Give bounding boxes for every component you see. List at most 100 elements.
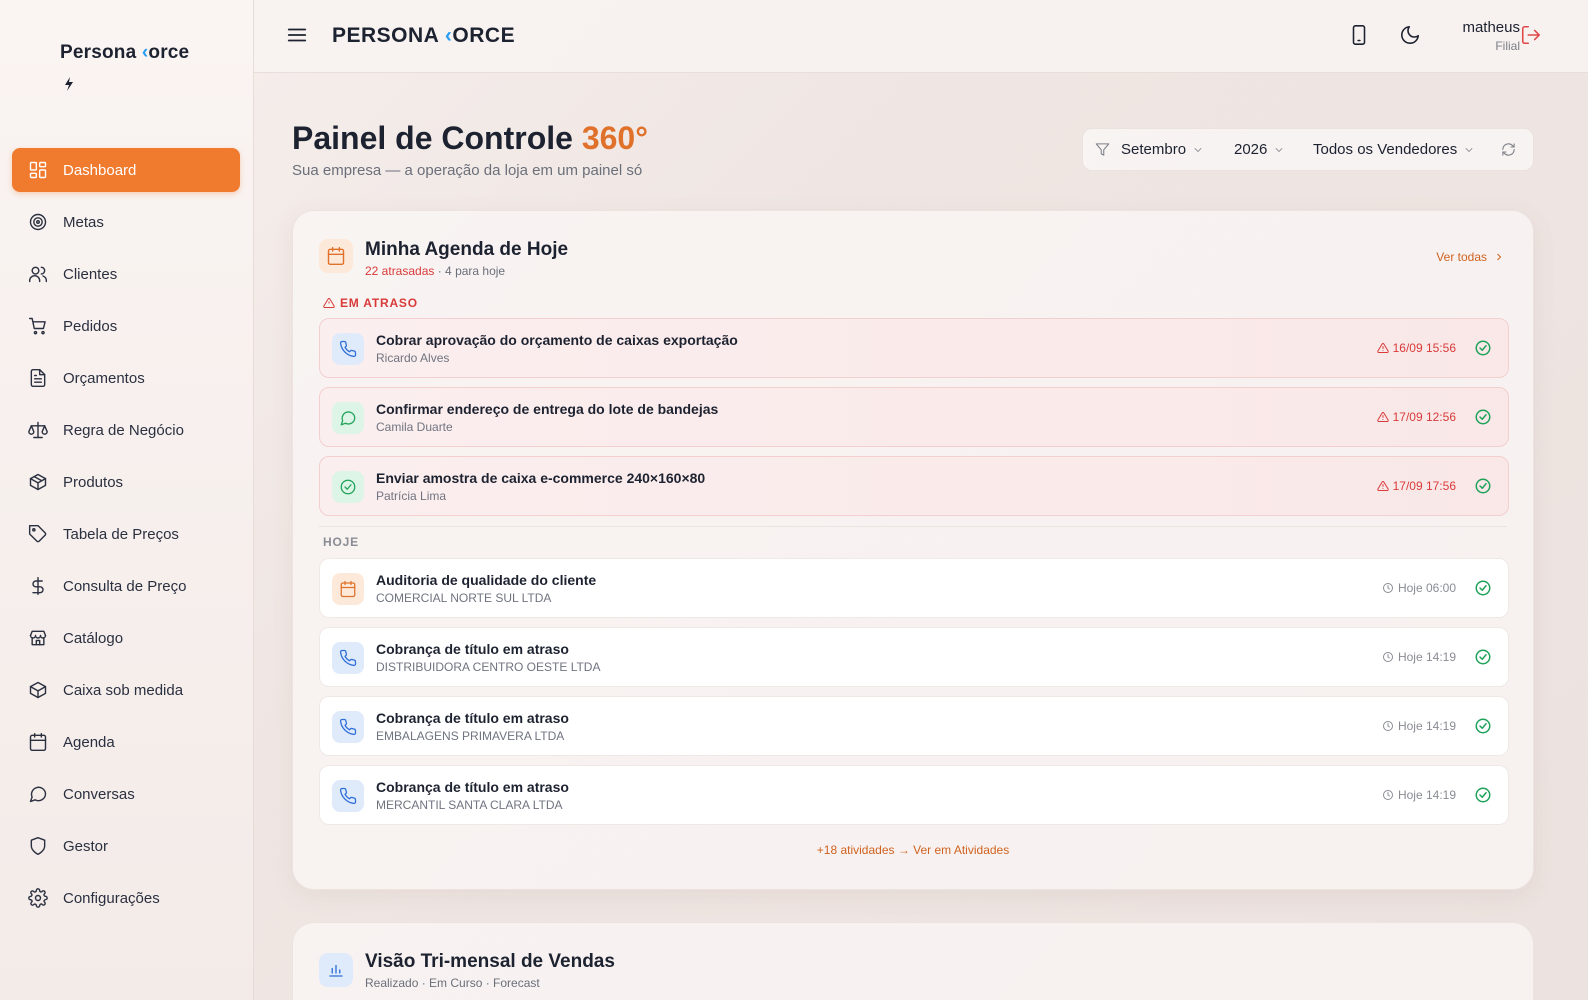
bolt-icon [64, 77, 74, 94]
sidebar-item-pedidos[interactable]: Pedidos [12, 304, 240, 348]
sidebar-item-conversas[interactable]: Conversas [12, 772, 240, 816]
dollar-icon [28, 576, 48, 596]
sidebar-brand-logo[interactable]: Persona ‹orce [60, 42, 189, 64]
sidebar: Persona ‹orce Dashboard Metas Clientes P… [0, 0, 254, 1000]
filter-bar: Setembro 2026 Todos os Vendedores [1082, 128, 1534, 171]
complete-task-icon[interactable] [1474, 408, 1492, 426]
sidebar-item-label: Gestor [63, 837, 109, 855]
chevron-down-icon [1194, 147, 1202, 152]
seller-select[interactable]: Todos os Vendedores [1313, 141, 1475, 158]
clock-icon [1382, 790, 1393, 800]
logout-icon[interactable] [1520, 24, 1542, 46]
complete-task-icon[interactable] [1474, 477, 1492, 495]
moon-icon[interactable] [1399, 24, 1421, 46]
phone-icon [332, 333, 364, 365]
sidebar-item-clientes[interactable]: Clientes [12, 252, 240, 296]
sidebar-item-consulta-de-preco[interactable]: Consulta de Preço [12, 564, 240, 608]
task-item[interactable]: Confirmar endereço de entrega do lote de… [319, 387, 1509, 447]
clock-icon [1382, 652, 1393, 662]
box-icon [28, 680, 48, 700]
mobile-icon[interactable] [1348, 24, 1370, 46]
task-person: Patrícia Lima [376, 489, 447, 503]
agenda-card: Minha Agenda de Hoje 22 atrasadas · 4 pa… [292, 210, 1534, 890]
sidebar-item-metas[interactable]: Metas [12, 200, 240, 244]
user-name[interactable]: matheus [1462, 19, 1520, 36]
sidebar-item-produtos[interactable]: Produtos [12, 460, 240, 504]
sidebar-item-label: Configurações [63, 889, 160, 907]
task-time: 17/09 17:56 [1376, 479, 1456, 493]
task-time: Hoje 14:19 [1382, 719, 1456, 733]
complete-task-icon[interactable] [1474, 786, 1492, 804]
complete-task-icon[interactable] [1474, 717, 1492, 735]
task-person: DISTRIBUIDORA CENTRO OESTE LTDA [376, 660, 601, 674]
task-item[interactable]: Cobrança de título em atraso MERCANTIL S… [319, 765, 1509, 825]
task-person: Ricardo Alves [376, 351, 450, 365]
gear-icon [28, 888, 48, 908]
sidebar-item-regra-de-negocio[interactable]: Regra de Negócio [12, 408, 240, 452]
calendar-icon [319, 239, 353, 273]
task-title: Cobrar aprovação do orçamento de caixas … [376, 332, 738, 348]
sidebar-item-agenda[interactable]: Agenda [12, 720, 240, 764]
sales-subtitle: Realizado · Em Curso · Forecast [365, 976, 540, 990]
today-count: · 4 para hoje [434, 264, 506, 278]
task-title: Enviar amostra de caixa e-commerce 240×1… [376, 470, 706, 486]
sidebar-item-tabela-de-precos[interactable]: Tabela de Preços [12, 512, 240, 556]
see-all-link[interactable]: Ver todas [1436, 250, 1505, 264]
document-icon [28, 368, 48, 388]
refresh-icon[interactable] [1501, 142, 1516, 157]
month-select[interactable]: Setembro [1121, 141, 1204, 158]
sidebar-item-dashboard[interactable]: Dashboard [12, 148, 240, 192]
topbar-brand-logo[interactable]: PERSONA ‹ORCE [332, 24, 515, 48]
task-time: Hoje 14:19 [1382, 788, 1456, 802]
today-section-label: HOJE [323, 535, 359, 549]
target-icon [28, 212, 48, 232]
task-item[interactable]: Cobrança de título em atraso EMBALAGENS … [319, 696, 1509, 756]
menu-icon[interactable] [286, 24, 308, 46]
cart-icon [28, 316, 48, 336]
task-item[interactable]: Cobrar aprovação do orçamento de caixas … [319, 318, 1509, 378]
store-icon [28, 628, 48, 648]
sidebar-item-configuracoes[interactable]: Configurações [12, 876, 240, 920]
complete-task-icon[interactable] [1474, 339, 1492, 357]
sidebar-item-orcamentos[interactable]: Orçamentos [12, 356, 240, 400]
sidebar-item-gestor[interactable]: Gestor [12, 824, 240, 868]
users-icon [28, 264, 48, 284]
sidebar-item-label: Caixa sob medida [63, 681, 184, 699]
calendar-icon [28, 732, 48, 752]
shield-icon [28, 836, 48, 856]
sales-title: Visão Tri-mensal de Vendas [365, 951, 615, 972]
task-time: Hoje 06:00 [1382, 581, 1456, 595]
calendar-icon [332, 573, 364, 605]
warning-icon [323, 297, 335, 308]
task-item[interactable]: Enviar amostra de caixa e-commerce 240×1… [319, 456, 1509, 516]
late-section-label: EM ATRASO [323, 296, 418, 310]
phone-icon [332, 711, 364, 743]
complete-task-icon[interactable] [1474, 648, 1492, 666]
sidebar-item-label: Catálogo [63, 629, 124, 647]
year-select[interactable]: 2026 [1234, 141, 1285, 158]
agenda-title: Minha Agenda de Hoje [365, 239, 569, 260]
topbar: PERSONA ‹ORCE matheus Filial [254, 0, 1588, 73]
clock-icon [1382, 583, 1393, 593]
sidebar-item-label: Consulta de Preço [63, 577, 187, 595]
task-title: Cobrança de título em atraso [376, 641, 569, 657]
sidebar-item-caixa-sob-medida[interactable]: Caixa sob medida [12, 668, 240, 712]
sidebar-item-label: Orçamentos [63, 369, 145, 387]
sidebar-item-label: Produtos [63, 473, 124, 491]
sidebar-item-catalogo[interactable]: Catálogo [12, 616, 240, 660]
complete-task-icon[interactable] [1474, 579, 1492, 597]
more-activities-link[interactable]: +18 atividades → Ver em Atividades [293, 843, 1533, 857]
sidebar-item-label: Pedidos [63, 317, 118, 335]
page-subtitle: Sua empresa — a operação da loja em um p… [292, 162, 643, 179]
tag-icon [28, 524, 48, 544]
task-item[interactable]: Auditoria de qualidade do cliente COMERC… [319, 558, 1509, 618]
task-title: Auditoria de qualidade do cliente [376, 572, 597, 588]
sidebar-nav: Dashboard Metas Clientes Pedidos Orçamen… [12, 148, 240, 928]
task-item[interactable]: Cobrança de título em atraso DISTRIBUIDO… [319, 627, 1509, 687]
overdue-count: 22 atrasadas [365, 264, 435, 278]
chat-icon [332, 402, 364, 434]
chevron-right-icon [1497, 253, 1502, 261]
sidebar-item-label: Regra de Negócio [63, 421, 184, 439]
clock-icon [1382, 721, 1393, 731]
sidebar-item-label: Tabela de Preços [63, 525, 179, 543]
